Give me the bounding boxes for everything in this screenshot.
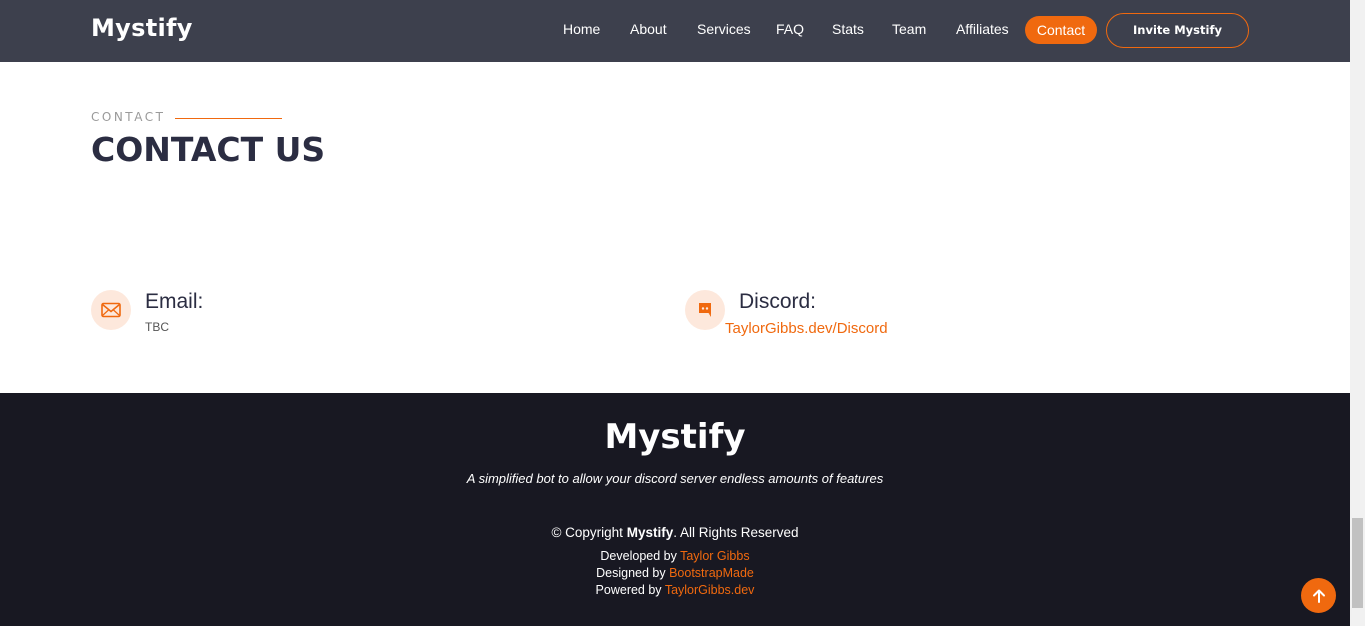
designed-label: Designed by [596, 566, 666, 580]
envelope-icon [91, 290, 131, 330]
designed-link[interactable]: BootstrapMade [669, 566, 754, 580]
section-tag: CONTACT [91, 110, 166, 124]
nav-contact[interactable]: Contact [1025, 16, 1097, 44]
copyright-prefix: © Copyright [551, 525, 623, 540]
footer-designed: Designed by BootstrapMade [0, 566, 1350, 580]
email-value: TBC [145, 320, 169, 334]
site-header: Mystify Home About Services FAQ Stats Te… [0, 0, 1350, 62]
scrollbar-thumb[interactable] [1352, 518, 1363, 608]
discord-label: Discord: [739, 290, 817, 313]
nav-stats[interactable]: Stats [832, 21, 864, 37]
footer-logo: Mystify [604, 417, 746, 457]
discord-link[interactable]: TaylorGibbs.dev/Discord [725, 320, 888, 337]
back-to-top-button[interactable] [1301, 578, 1336, 613]
nav-faq[interactable]: FAQ [776, 21, 804, 37]
footer-tagline: A simplified bot to allow your discord s… [466, 471, 884, 486]
nav-about[interactable]: About [630, 21, 667, 37]
copyright-suffix: . All Rights Reserved [673, 525, 799, 540]
powered-link[interactable]: TaylorGibbs.dev [665, 583, 755, 597]
page-scrollbar[interactable] [1350, 0, 1365, 626]
site-logo[interactable]: Mystify [91, 14, 193, 42]
section-tag-line [175, 118, 282, 119]
nav-affiliates[interactable]: Affiliates [956, 21, 1009, 37]
footer-developed: Developed by Taylor Gibbs [0, 549, 1350, 563]
copyright-brand: Mystify [626, 525, 674, 540]
nav-team[interactable]: Team [892, 21, 926, 37]
discord-icon [685, 290, 725, 330]
nav-home[interactable]: Home [563, 21, 600, 37]
site-footer: Mystify A simplified bot to allow your d… [0, 393, 1350, 626]
developed-link[interactable]: Taylor Gibbs [680, 549, 749, 563]
nav-services[interactable]: Services [697, 21, 751, 37]
section-title: CONTACT US [91, 130, 326, 169]
email-label: Email: [145, 290, 204, 313]
powered-label: Powered by [595, 583, 662, 597]
footer-copyright: © Copyright Mystify. All Rights Reserved [0, 525, 1350, 540]
developed-label: Developed by [600, 549, 677, 563]
footer-powered: Powered by TaylorGibbs.dev [0, 583, 1350, 597]
invite-mystify-button[interactable]: Invite Mystify [1106, 13, 1249, 48]
arrow-up-icon [1312, 589, 1325, 603]
